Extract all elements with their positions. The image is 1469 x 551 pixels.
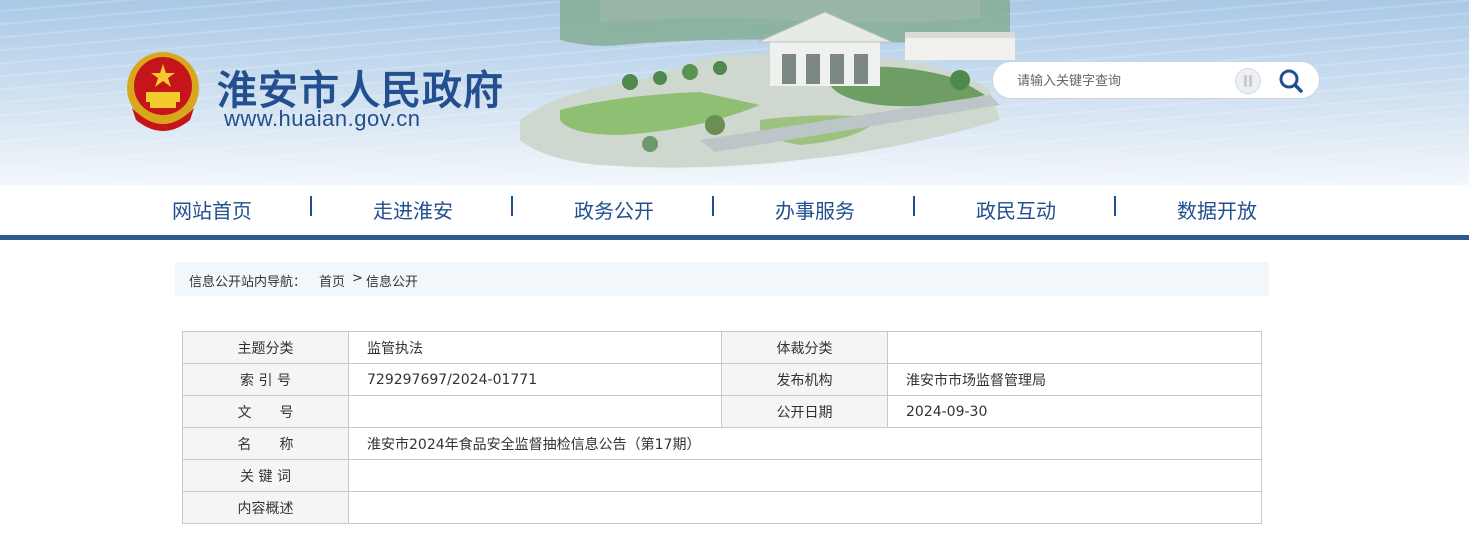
topic-label: 主题分类: [182, 331, 349, 364]
publisher-label: 发布机构: [721, 363, 888, 396]
document-info-table: 主题分类 监管执法 体裁分类 索 引 号 729297697/2024-0177…: [182, 331, 1262, 524]
search-box: [992, 61, 1320, 99]
publisher-value: 淮安市市场监督管理局: [887, 363, 1262, 396]
breadcrumb: 信息公开站内导航： 首页 > 信息公开: [175, 262, 1269, 296]
genre-value: [887, 331, 1262, 364]
header-banner: 淮安市人民政府 www.huaian.gov.cn: [0, 0, 1469, 185]
nav-separator: [1114, 196, 1116, 216]
nav-underline-bar: [0, 235, 1469, 240]
summary-label: 内容概述: [182, 491, 349, 524]
doc-name-label: 名 称: [182, 427, 349, 460]
keywords-label: 关 键 词: [182, 459, 349, 492]
doc-name-value: 淮安市2024年食品安全监督抽检信息公告（第17期）: [348, 427, 1262, 460]
table-row: 主题分类 监管执法 体裁分类: [182, 331, 1262, 364]
accessibility-voice-button[interactable]: [1235, 68, 1261, 94]
index-label: 索 引 号: [182, 363, 349, 396]
genre-label: 体裁分类: [721, 331, 888, 364]
site-url: www.huaian.gov.cn: [224, 106, 421, 131]
index-value: 729297697/2024-01771: [348, 363, 722, 396]
publish-date-value: 2024-09-30: [887, 395, 1262, 428]
main-nav: 网站首页 走进淮安 政务公开 办事服务 政民互动 数据开放: [0, 185, 1469, 235]
nav-item-services[interactable]: 办事服务: [775, 195, 855, 224]
nav-item-gov-affairs[interactable]: 政务公开: [574, 195, 654, 224]
nav-item-about-huaian[interactable]: 走进淮安: [373, 195, 453, 224]
nav-separator: [712, 196, 714, 216]
table-row: 索 引 号 729297697/2024-01771 发布机构 淮安市市场监督管…: [182, 363, 1262, 396]
nav-separator: [511, 196, 513, 216]
voice-icon: [1244, 75, 1252, 87]
table-row: 文 号 公开日期 2024-09-30: [182, 395, 1262, 428]
nav-separator: [913, 196, 915, 216]
breadcrumb-current-link[interactable]: 信息公开: [366, 271, 418, 290]
publish-date-label: 公开日期: [721, 395, 888, 428]
search-input[interactable]: [1015, 70, 1219, 92]
table-row: 关 键 词: [182, 459, 1262, 492]
topic-value: 监管执法: [348, 331, 722, 364]
breadcrumb-prefix: 信息公开站内导航：: [189, 275, 307, 290]
table-row: 名 称 淮安市2024年食品安全监督抽检信息公告（第17期）: [182, 427, 1262, 460]
breadcrumb-separator: >: [352, 271, 363, 286]
breadcrumb-home-link[interactable]: 首页: [319, 271, 345, 290]
search-button[interactable]: [1277, 68, 1305, 94]
summary-value: [348, 491, 1262, 524]
table-row: 内容概述: [182, 491, 1262, 524]
nav-item-interaction[interactable]: 政民互动: [976, 195, 1056, 224]
doc-number-value: [348, 395, 722, 428]
nav-item-home[interactable]: 网站首页: [172, 195, 252, 224]
nav-separator: [310, 196, 312, 216]
search-icon: [1279, 69, 1303, 93]
national-emblem-icon: [127, 52, 199, 131]
doc-number-label: 文 号: [182, 395, 349, 428]
nav-item-open-data[interactable]: 数据开放: [1177, 195, 1257, 224]
keywords-value: [348, 459, 1262, 492]
